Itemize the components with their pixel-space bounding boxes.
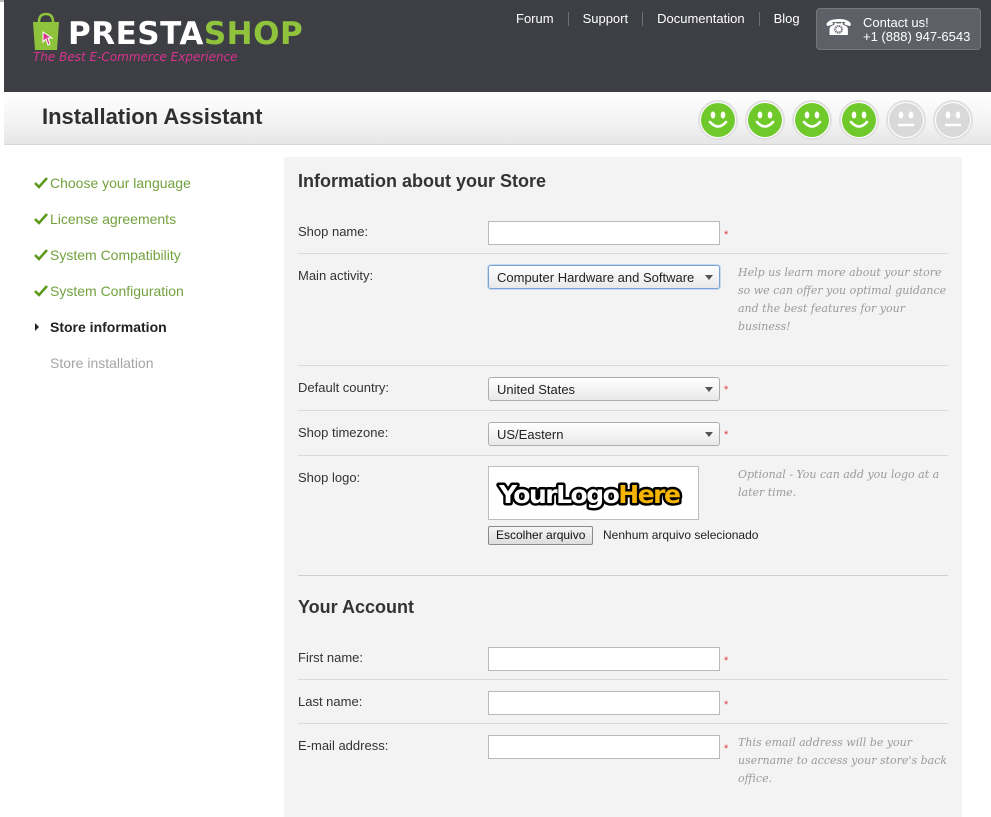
account-section-title: Your Account: [298, 597, 414, 617]
step-label: System Configuration: [50, 283, 184, 299]
shop-timezone-label: Shop timezone:: [298, 425, 389, 440]
main-activity-hint: Help us learn more about your store so w…: [738, 266, 947, 333]
step-system-compatibility[interactable]: System Compatibility: [34, 237, 274, 273]
logo-tagline: The Best E-Commerce Experience: [33, 50, 238, 64]
contact-phone: +1 (888) 947-6543: [863, 29, 971, 44]
step-license-agreements[interactable]: License agreements: [34, 201, 274, 237]
step-label: Store installation: [50, 355, 154, 371]
main-activity-value: Computer Hardware and Software: [497, 270, 695, 285]
nav-blog-link[interactable]: Blog: [758, 12, 814, 26]
shop-name-label: Shop name:: [298, 224, 369, 239]
email-input[interactable]: [488, 735, 720, 759]
main-activity-row: Main activity: Computer Hardware and Sof…: [298, 254, 948, 366]
choose-file-button[interactable]: Escolher arquivo: [488, 526, 594, 545]
step-label: License agreements: [50, 211, 177, 227]
section-divider: [298, 575, 948, 576]
checkmark-icon: [34, 213, 50, 225]
prestashop-logo[interactable]: PRESTASHOP The Best E-Commerce Experienc…: [30, 12, 303, 72]
checkmark-icon: [34, 249, 50, 261]
step-label: System Compatibility: [50, 247, 181, 263]
last-name-input[interactable]: [488, 691, 720, 715]
contact-us-box[interactable]: ☎ Contact us! +1 (888) 947-6543: [816, 8, 981, 50]
shop-timezone-select[interactable]: US/Eastern: [488, 422, 720, 446]
required-marker: *: [724, 743, 729, 755]
email-row: E-mail address: * This email address wil…: [298, 724, 948, 804]
shop-logo-row: Shop logo: YourLogoHere YourLogoHere Opt…: [298, 456, 948, 556]
shopping-bag-icon: [33, 12, 59, 50]
smiley-complete-icon: [792, 100, 832, 140]
first-name-label: First name:: [298, 650, 364, 665]
shop-timezone-value: US/Eastern: [497, 427, 564, 442]
nav-forum-link[interactable]: Forum: [504, 12, 568, 26]
top-navigation: Forum Support Documentation Blog: [504, 10, 814, 28]
store-form-panel: Information about your Store Shop name: …: [284, 157, 962, 817]
svg-text:YourLogoHere: YourLogoHere: [498, 480, 680, 509]
smiley-complete-icon: [745, 100, 785, 140]
shop-logo-label: Shop logo:: [298, 470, 361, 485]
shop-name-input[interactable]: [488, 221, 720, 245]
checkmark-icon: [34, 177, 50, 189]
required-marker: *: [724, 229, 729, 241]
first-name-input[interactable]: [488, 647, 720, 671]
step-label: Choose your language: [50, 175, 191, 191]
smiley-complete-icon: [698, 100, 738, 140]
nav-support-link[interactable]: Support: [567, 12, 643, 26]
last-name-label: Last name:: [298, 694, 363, 709]
progress-smileys: [698, 100, 973, 140]
no-file-selected-text: Nenhum arquivo selecionado: [603, 528, 759, 542]
last-name-row: Last name: *: [298, 680, 948, 724]
nav-documentation-link[interactable]: Documentation: [642, 12, 758, 26]
checkmark-icon: [34, 285, 50, 297]
required-marker: *: [724, 699, 729, 711]
shop-logo-hint: Optional - You can add you logo at a lat…: [738, 468, 940, 499]
chevron-down-icon: [705, 275, 713, 280]
smiley-pending-icon: [886, 100, 926, 140]
default-country-value: United States: [497, 382, 576, 397]
page-title: Installation Assistant: [42, 104, 263, 129]
title-bar: Installation Assistant: [4, 92, 991, 145]
default-country-select[interactable]: United States: [488, 377, 720, 401]
main-activity-label: Main activity:: [298, 268, 374, 283]
main-activity-select[interactable]: Computer Hardware and Software: [488, 265, 720, 289]
step-system-configuration[interactable]: System Configuration: [34, 273, 274, 309]
shop-name-row: Shop name: *: [298, 221, 948, 254]
logo-placeholder-image: YourLogoHere YourLogoHere: [496, 478, 685, 512]
contact-label: Contact us!: [863, 15, 929, 30]
smiley-pending-icon: [933, 100, 973, 140]
logo-wordmark: PRESTASHOP: [68, 16, 304, 52]
logo-preview: YourLogoHere YourLogoHere: [488, 466, 699, 520]
default-country-label: Default country:: [298, 380, 390, 395]
installation-steps: Choose your language License agreements Sy…: [34, 165, 274, 381]
required-marker: *: [724, 429, 729, 441]
step-store-installation: Store installation: [34, 345, 274, 381]
step-label: Store information: [50, 319, 167, 335]
telephone-icon: ☎: [825, 15, 853, 40]
header-bar: PRESTASHOP The Best E-Commerce Experienc…: [4, 0, 991, 92]
first-name-row: First name: *: [298, 647, 948, 680]
chevron-down-icon: [705, 387, 713, 392]
arrow-right-icon: [34, 322, 50, 332]
required-marker: *: [724, 384, 729, 396]
email-label: E-mail address:: [298, 738, 389, 753]
step-store-information: Store information: [34, 309, 274, 345]
required-marker: *: [724, 655, 729, 667]
step-choose-your-language[interactable]: Choose your language: [34, 165, 274, 201]
default-country-row: Default country: United States *: [298, 366, 948, 411]
email-hint: This email address will be your username…: [738, 736, 948, 785]
shop-timezone-row: Shop timezone: US/Eastern *: [298, 411, 948, 456]
smiley-complete-icon: [839, 100, 879, 140]
store-section-title: Information about your Store: [298, 171, 547, 191]
chevron-down-icon: [705, 432, 713, 437]
